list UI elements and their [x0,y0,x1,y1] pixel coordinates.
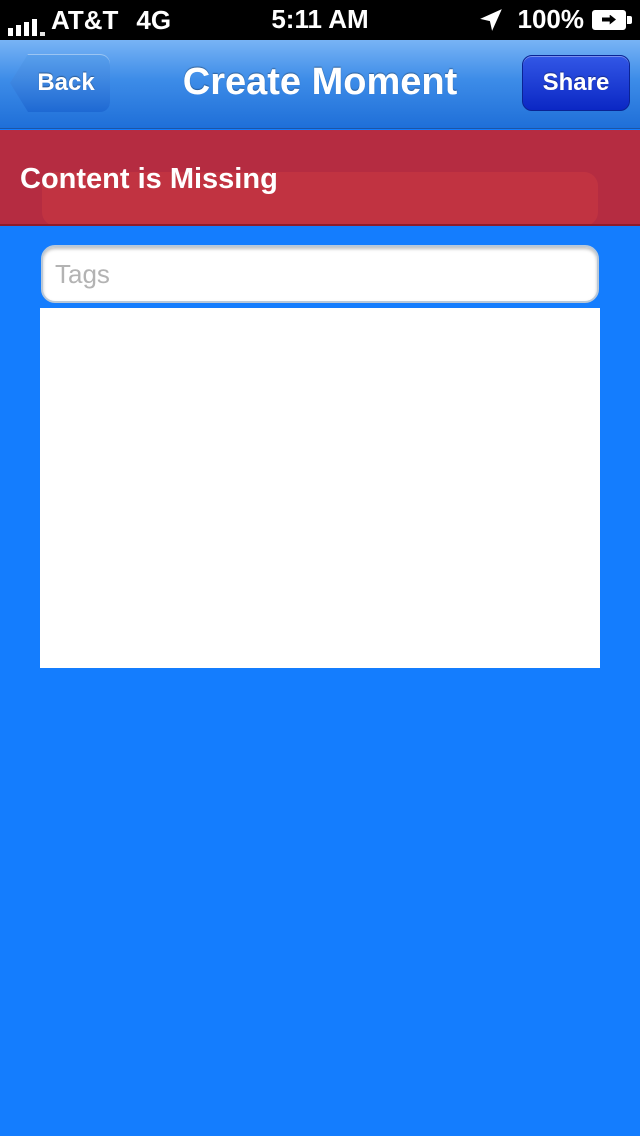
error-message: Content is Missing [20,163,278,195]
battery-percent: 100% [517,4,585,34]
navigation-bar: Back Create Moment Share [0,40,640,129]
error-banner[interactable]: Content is Missing [0,130,640,226]
share-button[interactable]: Share [522,55,630,111]
location-arrow-icon [479,8,502,31]
status-bar: AT&T 4G 5:11 AM 100% [0,0,640,40]
content-area[interactable] [40,308,600,668]
tags-input[interactable] [41,245,599,303]
status-right: 100% [478,4,632,35]
battery-icon [592,9,632,30]
